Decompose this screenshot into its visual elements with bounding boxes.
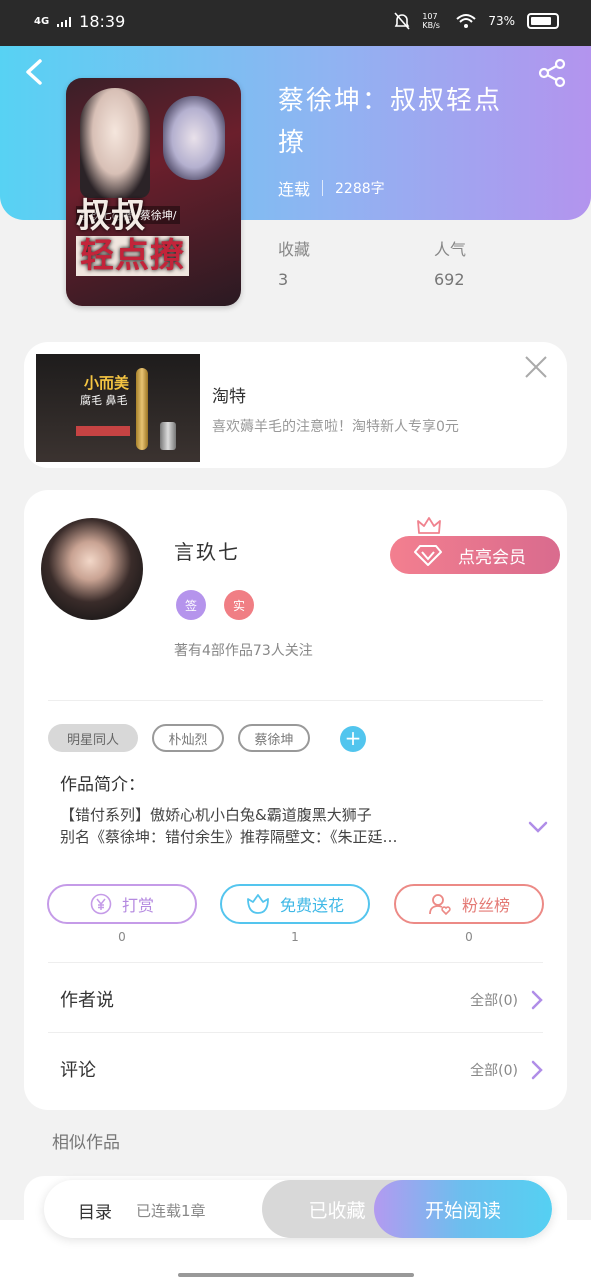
stat-popularity: 人气 692 [434,236,466,289]
intro-label: 作品简介： [60,775,145,795]
close-icon[interactable] [523,354,549,380]
intro-line: 别名《蔡徐坤：错付余生》推荐隔壁文：《朱正廷… [60,828,398,846]
action-label: 粉丝榜 [461,896,510,915]
network-indicator: 4G [34,15,50,27]
diamond-icon [414,545,442,566]
similar-works-heading: 相似作品 [52,1133,120,1153]
book-title: 蔡徐坤：叔叔轻点撩 [278,86,503,158]
author-note-row[interactable]: 作者说 全部(0) [60,986,544,1016]
ad-image-sub: 腐毛 鼻毛 [80,394,128,407]
row-label: 评论 [60,1060,96,1081]
share-icon[interactable] [537,58,567,88]
chevron-right-icon[interactable] [530,1060,544,1080]
serial-status: 已连载1章 [136,1202,206,1220]
signal-icon [57,16,72,27]
stat-favorites: 收藏 3 [278,236,310,289]
divider [48,1032,543,1033]
cover-figure-left [80,88,150,198]
ad-image[interactable]: 小而美 腐毛 鼻毛 [36,354,200,462]
battery-icon [527,13,559,29]
ad-name: 淘特 [212,387,246,407]
fan-count: 0 [465,930,473,944]
crown-icon [417,517,441,534]
book-meta: 连载 2288字 [278,176,385,200]
reward-button[interactable]: 打赏 [47,884,197,924]
ad-desc: 喜欢薅羊毛的注意啦！淘特新人专享0元 [212,419,459,435]
vip-label: 点亮会员 [458,547,526,568]
author-name[interactable]: 言玖七 [174,536,240,565]
net-speed: 107 KB/s [422,12,440,30]
avatar[interactable] [41,518,143,620]
tag-item[interactable]: 蔡徐坤 [238,724,310,752]
cover-title: 叔叔 轻点撩 [76,196,189,276]
bottom-action-bar: 目录 已连载1章 已收藏 开始阅读 [44,1180,552,1238]
stat-label: 收藏 [278,240,311,259]
row-label: 作者说 [60,990,114,1011]
cover-figure-right [163,96,225,180]
add-tag-button[interactable]: + [340,726,366,752]
sign-badge: 签 [176,590,206,620]
divider [48,962,543,963]
flower-count: 1 [291,930,299,944]
ad-image-badge: 小而美 [84,374,130,392]
ad-product [136,368,148,450]
detail-card: 言玖七 签 实 著有4部作品73人关注 点亮会员 明星同人 朴灿烈 蔡徐坤 + … [24,490,567,1110]
comments-row[interactable]: 评论 全部(0) [60,1056,544,1086]
fan-rank-button[interactable]: 粉丝榜 [394,884,544,924]
author-stats: 著有4部作品73人关注 [174,643,313,659]
clock: 18:39 [79,12,126,31]
mute-bell-icon [394,12,410,30]
ad-product-cap [160,422,176,450]
home-indicator[interactable] [178,1273,414,1277]
action-label: 打赏 [121,896,154,915]
battery-percent: 73% [488,14,515,28]
book-cover[interactable]: 言玖七◎著 /蔡徐坤/ 叔叔 轻点撩 [66,78,241,306]
status-bar: 4G 18:39 107 KB/s 73% [0,0,591,46]
vip-button[interactable]: 点亮会员 [390,536,560,574]
view-all-link[interactable]: 全部(0) [470,990,518,1010]
send-flower-button[interactable]: 免费送花 [220,884,370,924]
verified-badge: 实 [224,590,254,620]
yen-icon [90,893,112,915]
tag-item[interactable]: 朴灿烈 [152,724,224,752]
meta-separator [322,180,324,196]
flower-icon [247,894,269,914]
stat-value: 3 [278,270,289,289]
intro-text[interactable]: 【错付系列】傲娇心机小白兔&霸道腹黑大狮子 别名《蔡徐坤：错付余生》推荐隔壁文：… [60,804,520,848]
word-count: 2288字 [335,181,385,197]
toc-button[interactable]: 目录 [78,1198,112,1223]
book-status: 连载 [278,180,311,199]
intro-line: 【错付系列】傲娇心机小白兔&霸道腹黑大狮子 [60,806,372,824]
stat-label: 人气 [434,240,467,259]
action-label: 免费送花 [279,896,344,915]
wifi-icon [456,14,476,28]
fan-icon [429,894,451,916]
ad-image-bar [76,426,130,436]
reward-count: 0 [118,930,126,944]
start-reading-button[interactable]: 开始阅读 [374,1180,552,1238]
ad-banner[interactable]: 小而美 腐毛 鼻毛 淘特 喜欢薅羊毛的注意啦！淘特新人专享0元 [24,342,567,468]
tag-item[interactable]: 明星同人 [48,724,138,752]
chevron-down-icon[interactable] [528,820,548,834]
chevron-right-icon[interactable] [530,990,544,1010]
view-all-link[interactable]: 全部(0) [470,1060,518,1080]
divider [48,700,543,701]
stat-value: 692 [434,270,465,289]
back-icon[interactable] [22,58,46,86]
